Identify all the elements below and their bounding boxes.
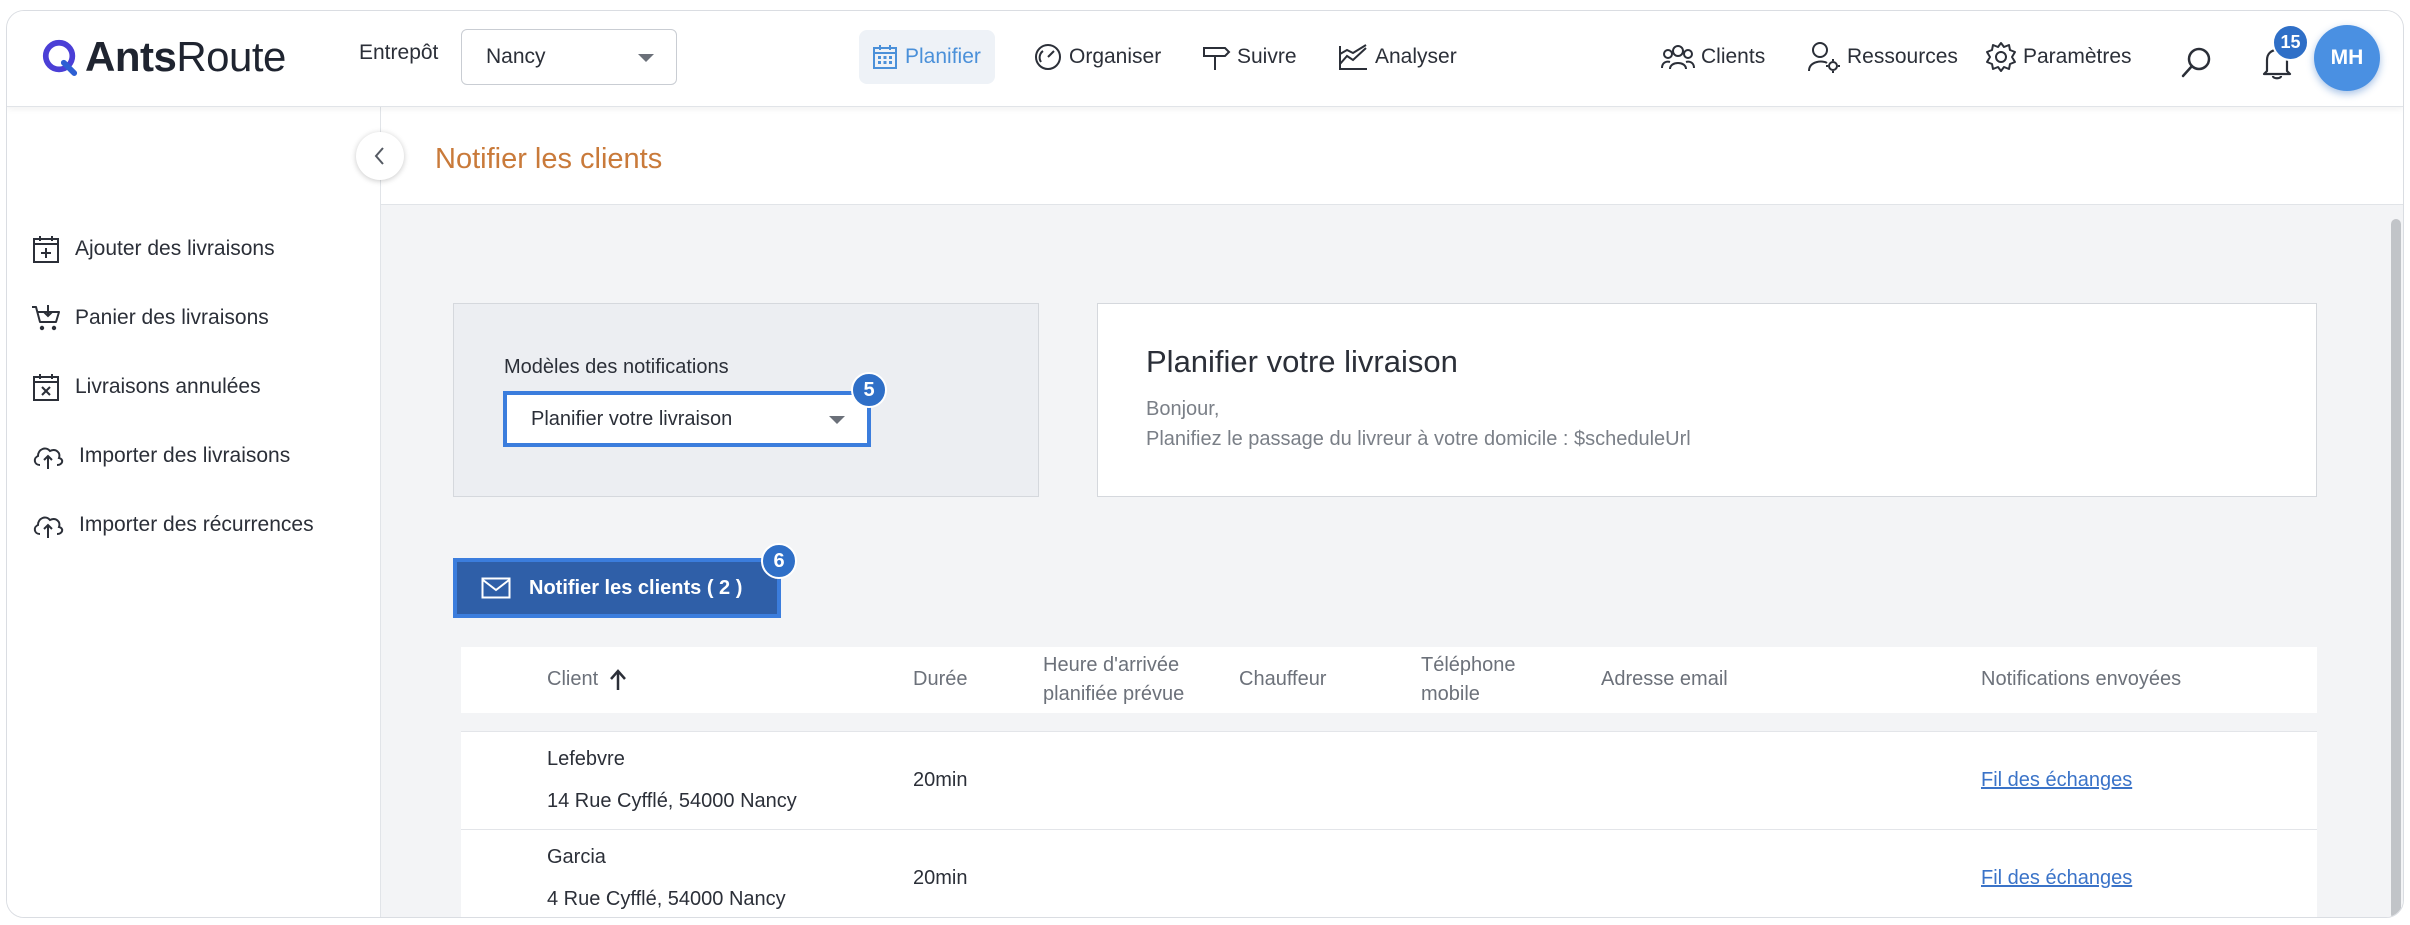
sidebar-item-importer-recurrences[interactable]: Importer des récurrences	[31, 505, 314, 545]
exchange-thread-link[interactable]: Fil des échanges	[1981, 867, 2132, 890]
page-title: Notifier les clients	[435, 143, 663, 175]
sort-arrow-up-icon	[610, 668, 627, 690]
column-heure: Heure d'arrivée planifiée prévue	[1043, 651, 1184, 709]
delivery-duration: 20min	[913, 769, 968, 791]
nav-suivre-label: Suivre	[1237, 45, 1297, 68]
nav-parametres[interactable]: Paramètres	[1973, 30, 2146, 84]
template-label: Modèles des notifications	[504, 356, 729, 378]
column-telephone-line1: Téléphone	[1421, 654, 1516, 676]
column-telephone: Téléphone mobile	[1421, 651, 1516, 709]
template-selected-value: Planifier votre livraison	[531, 407, 733, 430]
envelope-icon	[481, 577, 511, 599]
nav-organiser[interactable]: Organiser	[1021, 30, 1175, 84]
chart-icon	[1339, 44, 1367, 70]
sidebar-item-label: Livraisons annulées	[75, 375, 261, 398]
preview-body: Planifiez le passage du livreur à votre …	[1146, 428, 1691, 450]
column-client-label: Client	[547, 668, 599, 690]
warehouse-label: Entrepôt	[359, 41, 439, 64]
delivery-duration: 20min	[913, 867, 968, 889]
chevron-down-icon	[829, 416, 845, 424]
calendar-icon	[873, 45, 897, 69]
chevron-left-icon	[374, 147, 384, 165]
cloud-upload-icon	[33, 447, 64, 469]
table-header: Client Durée Heure d'arrivée planifiée p…	[461, 647, 2317, 713]
column-notifications: Notifications envoyées	[1981, 668, 2182, 690]
exchange-thread-link[interactable]: Fil des échanges	[1981, 769, 2132, 792]
main-content: Modèles des notifications Planifier votr…	[381, 205, 2403, 917]
sidebar-item-importer-livraisons[interactable]: Importer des livraisons	[31, 436, 290, 476]
user-gear-icon	[1808, 42, 1840, 73]
template-select[interactable]: Planifier votre livraison	[503, 391, 871, 447]
client-name: Lefebvre	[547, 748, 625, 770]
scrollbar-thumb[interactable]	[2391, 219, 2401, 917]
nav-planifier-label: Planifier	[905, 45, 981, 68]
step-badge-5: 5	[851, 372, 887, 408]
speedometer-icon	[1035, 44, 1061, 70]
clients-table: Client Durée Heure d'arrivée planifiée p…	[461, 647, 2317, 917]
logo-icon	[42, 39, 78, 76]
nav-clients[interactable]: Clients	[1649, 30, 1779, 84]
nav-organiser-label: Organiser	[1069, 45, 1162, 68]
nav-suivre[interactable]: Suivre	[1189, 30, 1311, 84]
notify-clients-button[interactable]: Notifier les clients ( 2 )	[453, 558, 781, 618]
gear-icon	[1986, 42, 2016, 72]
warehouse-select[interactable]: Nancy	[461, 29, 677, 85]
signpost-icon	[1203, 47, 1231, 70]
users-icon	[1661, 45, 1695, 70]
column-telephone-line2: mobile	[1421, 683, 1480, 705]
nav-ressources[interactable]: Ressources	[1795, 30, 1972, 84]
calendar-plus-icon	[33, 236, 59, 263]
client-address: 4 Rue Cyfflé, 54000 Nancy	[547, 888, 786, 910]
preview-greeting: Bonjour,	[1146, 398, 1220, 420]
template-preview: Planifier votre livraison Bonjour, Plani…	[1097, 303, 2317, 497]
cart-icon	[32, 305, 60, 331]
search-icon[interactable]	[2179, 45, 2215, 81]
top-navbar: AntsRoute Entrepôt Nancy Planifier Organ…	[7, 11, 2403, 107]
template-panel: Modèles des notifications Planifier votr…	[453, 303, 1039, 497]
nav-analyser[interactable]: Analyser	[1325, 30, 1471, 84]
sidebar-item-ajouter[interactable]: Ajouter des livraisons	[31, 229, 275, 269]
nav-clients-label: Clients	[1701, 45, 1766, 68]
column-email: Adresse email	[1601, 668, 1728, 690]
sidebar-item-label: Panier des livraisons	[75, 306, 269, 329]
table-row[interactable]: Lefebvre 14 Rue Cyfflé, 54000 Nancy 20mi…	[461, 731, 2317, 829]
preview-title: Planifier votre livraison	[1146, 344, 1458, 379]
column-heure-line1: Heure d'arrivée	[1043, 654, 1180, 676]
chevron-down-icon	[638, 54, 654, 62]
client-name: Garcia	[547, 846, 606, 868]
warehouse-value: Nancy	[486, 45, 546, 68]
sidebar-item-label: Importer des récurrences	[79, 513, 314, 536]
sidebar-item-label: Importer des livraisons	[79, 444, 291, 467]
cloud-upload-icon	[33, 516, 64, 538]
client-address: 14 Rue Cyfflé, 54000 Nancy	[547, 790, 797, 812]
table-row[interactable]: Garcia 4 Rue Cyfflé, 54000 Nancy 20min F…	[461, 829, 2317, 917]
sidebar-collapse-button[interactable]	[356, 132, 404, 180]
table-gap	[461, 713, 2317, 731]
nav-analyser-label: Analyser	[1375, 45, 1457, 68]
column-duree: Durée	[913, 668, 968, 690]
sidebar-item-label: Ajouter des livraisons	[75, 237, 275, 260]
step-badge-6: 6	[761, 543, 797, 579]
nav-parametres-label: Paramètres	[2023, 45, 2132, 68]
notification-count-badge: 15	[2272, 24, 2309, 61]
sidebar: Ajouter des livraisons Panier des livrai…	[7, 107, 381, 917]
app-window: AntsRoute Entrepôt Nancy Planifier Organ…	[6, 10, 2404, 918]
column-heure-line2: planifiée prévue	[1043, 683, 1185, 705]
nav-ressources-label: Ressources	[1847, 45, 1958, 68]
column-chauffeur: Chauffeur	[1239, 668, 1327, 690]
sidebar-item-annulees[interactable]: Livraisons annulées	[31, 367, 261, 407]
page-header: Notifier les clients	[381, 107, 2403, 205]
logo-text: AntsRoute	[85, 33, 286, 80]
sidebar-item-panier[interactable]: Panier des livraisons	[31, 298, 269, 338]
column-client[interactable]: Client	[547, 665, 628, 694]
notify-clients-label: Notifier les clients ( 2 )	[529, 576, 743, 599]
scrollbar[interactable]	[2387, 205, 2403, 917]
calendar-x-icon	[33, 374, 59, 401]
user-avatar[interactable]: MH	[2314, 25, 2380, 91]
nav-planifier[interactable]: Planifier	[859, 30, 995, 84]
antsroute-logo[interactable]: AntsRoute	[41, 33, 286, 81]
